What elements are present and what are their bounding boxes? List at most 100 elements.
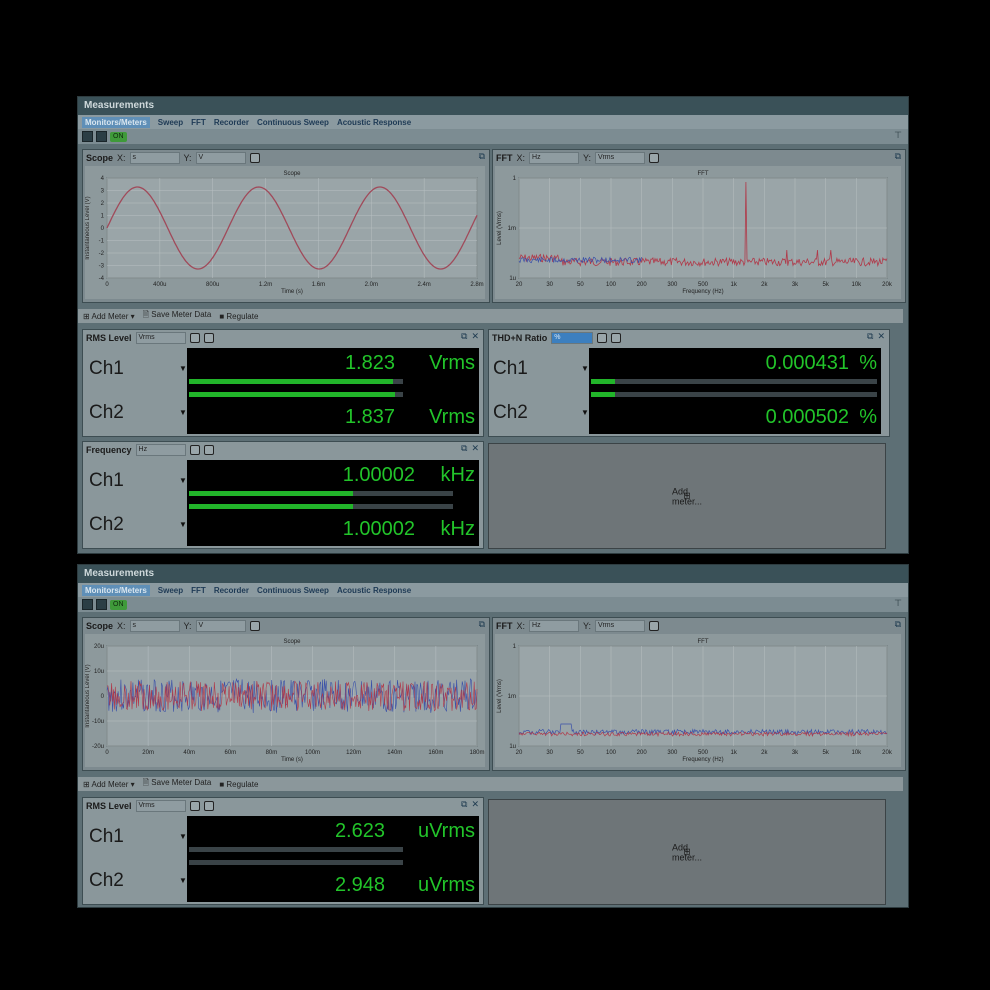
tab-continuous-sweep[interactable]: Continuous Sweep	[257, 586, 329, 595]
tab-bar: Monitors/Meters Sweep FFT Recorder Conti…	[78, 115, 908, 129]
ch1-dropdown-icon[interactable]: ▼	[179, 832, 187, 841]
x-tick-label: 30	[546, 750, 553, 756]
tab-continuous-sweep[interactable]: Continuous Sweep	[257, 118, 329, 127]
x-unit-select[interactable]: Hz	[529, 151, 580, 164]
y-unit-select[interactable]: V	[195, 619, 246, 632]
tab-fft[interactable]: FFT	[191, 118, 206, 127]
y-tick-label: 0	[101, 226, 105, 232]
on-toggle-button[interactable]: ON	[110, 599, 127, 610]
scope-plot[interactable]: Scope 4 3 2 1 0 -1 -2 -3 -4 0 400u 800u 1.2m 1.6m 2.0m 2…	[85, 166, 485, 299]
ch2-dropdown-icon[interactable]: ▼	[179, 408, 187, 417]
settings-icon[interactable]	[249, 620, 260, 631]
x-unit-select[interactable]: s	[129, 151, 180, 164]
grid-icon[interactable]	[96, 131, 107, 142]
x-axis-title: Time (s)	[281, 289, 303, 295]
plot-title: FFT	[698, 639, 709, 645]
ch1-dropdown-icon[interactable]: ▼	[179, 476, 187, 485]
y-unit-select[interactable]: Vrms	[595, 619, 646, 632]
settings-icon[interactable]	[203, 332, 214, 343]
fft-plot[interactable]: FFT 1 1m 1u 20 30 50 100 200 300 500 1k 2k 3k 5k 10k 20k…	[495, 166, 901, 299]
regulate-button[interactable]: ■ Regulate	[219, 780, 258, 789]
ch2-dropdown-icon[interactable]: ▼	[179, 520, 187, 529]
tab-monitors-meters[interactable]: Monitors/Meters	[82, 116, 150, 128]
popout-icon[interactable]: ⧉	[895, 619, 901, 630]
close-icon[interactable]: ✕	[471, 799, 479, 810]
add-meter-button[interactable]: ⊞ Add Meter ▾	[83, 312, 135, 321]
popout-icon[interactable]: ⧉	[461, 799, 467, 810]
settings-icon[interactable]	[649, 152, 660, 163]
pin-icon[interactable]: ⊤	[894, 130, 902, 141]
x-tick-label: 10k	[851, 282, 862, 288]
settings-icon[interactable]	[249, 152, 260, 163]
add-meter-area[interactable]: ⊞ Add meter...	[488, 443, 886, 549]
scope-title: Scope	[86, 152, 114, 163]
settings-icon[interactable]	[649, 620, 660, 631]
close-icon[interactable]: ✕	[471, 331, 479, 342]
ch1-value: 0.000431	[765, 352, 849, 374]
on-toggle-button[interactable]: ON	[110, 131, 127, 142]
chart-icon[interactable]	[189, 332, 200, 343]
settings-icon[interactable]	[203, 800, 214, 811]
ch2-dropdown-icon[interactable]: ▼	[581, 408, 589, 417]
tab-monitors-meters[interactable]: Monitors/Meters	[82, 584, 150, 596]
settings-icon[interactable]	[611, 332, 622, 343]
chart-icon[interactable]	[189, 444, 200, 455]
x-axis-label: X:	[516, 620, 526, 631]
close-icon[interactable]: ✕	[471, 443, 479, 454]
add-meter-link[interactable]: ⊞ Add meter...	[672, 842, 702, 862]
chart-icon[interactable]	[189, 800, 200, 811]
x-unit-select[interactable]: Hz	[529, 619, 580, 632]
y-unit-select[interactable]: V	[195, 151, 246, 164]
popout-icon[interactable]: ⧉	[461, 443, 467, 454]
ch2-bar-track	[591, 392, 877, 397]
tab-acoustic-response[interactable]: Acoustic Response	[337, 586, 411, 595]
ch1-dropdown-icon[interactable]: ▼	[179, 364, 187, 373]
y-tick-label: 0	[101, 694, 105, 700]
y-tick-label: -10u	[92, 719, 104, 725]
unit-select[interactable]: Hz	[135, 443, 186, 456]
ch1-level-bar	[189, 379, 393, 384]
y-unit-select[interactable]: Vrms	[595, 151, 646, 164]
add-meter-area[interactable]: ⊞ Add meter...	[488, 799, 886, 905]
tab-recorder[interactable]: Recorder	[214, 586, 249, 595]
popout-icon[interactable]: ⧉	[867, 331, 873, 342]
scope-plot[interactable]: Scope 20u 10u 0 -10u -20u 0 20m 40m 60m 80m 100m 120…	[85, 634, 485, 767]
fft-plot[interactable]: FFT 1 1m 1u 20 30 50 100 200 300 500 1k 2k 3k 5k 10k 20k…	[495, 634, 901, 767]
layout-icon[interactable]	[82, 599, 93, 610]
meter-toolbar: ⊞ Add Meter ▾ 🗎 Save Meter Data ■ Regula…	[78, 777, 903, 791]
add-meter-text: Add meter...	[671, 842, 702, 862]
tab-fft[interactable]: FFT	[191, 586, 206, 595]
popout-icon[interactable]: ⧉	[461, 331, 467, 342]
popout-icon[interactable]: ⧉	[479, 151, 485, 162]
unit-select[interactable]: %	[551, 331, 594, 344]
scope-chart: Scope20u10u0-10u-20u0 20m 40m 60m 80m 100m 120…	[85, 639, 485, 763]
chart-icon[interactable]	[597, 332, 608, 343]
save-meter-data-button[interactable]: 🗎 Save Meter Data	[143, 777, 212, 791]
unit-select[interactable]: Vrms	[135, 331, 186, 344]
x-unit-select[interactable]: s	[129, 619, 180, 632]
regulate-button[interactable]: ■ Regulate	[219, 312, 258, 321]
save-meter-data-button[interactable]: 🗎 Save Meter Data	[143, 309, 212, 323]
pin-icon[interactable]: ⊤	[894, 598, 902, 609]
add-meter-button[interactable]: ⊞ Add Meter ▾	[83, 780, 135, 789]
tab-sweep[interactable]: Sweep	[158, 586, 183, 595]
ch1-level-bar	[591, 379, 615, 384]
settings-icon[interactable]	[203, 444, 214, 455]
grid-icon[interactable]	[96, 599, 107, 610]
add-meter-link[interactable]: ⊞ Add meter...	[672, 486, 702, 506]
ch2-dropdown-icon[interactable]: ▼	[179, 876, 187, 885]
rms-display: 1.823 Vrms 1.837 Vrms	[187, 348, 479, 434]
x-axis-label: X:	[117, 620, 126, 631]
ch2-unit: %	[859, 406, 877, 428]
plot-title: Scope	[283, 639, 301, 645]
unit-select[interactable]: Vrms	[135, 799, 186, 812]
tab-recorder[interactable]: Recorder	[214, 118, 249, 127]
popout-icon[interactable]: ⧉	[479, 619, 485, 630]
tab-acoustic-response[interactable]: Acoustic Response	[337, 118, 411, 127]
close-icon[interactable]: ✕	[877, 331, 885, 342]
tab-sweep[interactable]: Sweep	[158, 118, 183, 127]
layout-icon[interactable]	[82, 131, 93, 142]
ch1-dropdown-icon[interactable]: ▼	[581, 364, 589, 373]
popout-icon[interactable]: ⧉	[895, 151, 901, 162]
y-axis-label: Y:	[183, 152, 192, 163]
